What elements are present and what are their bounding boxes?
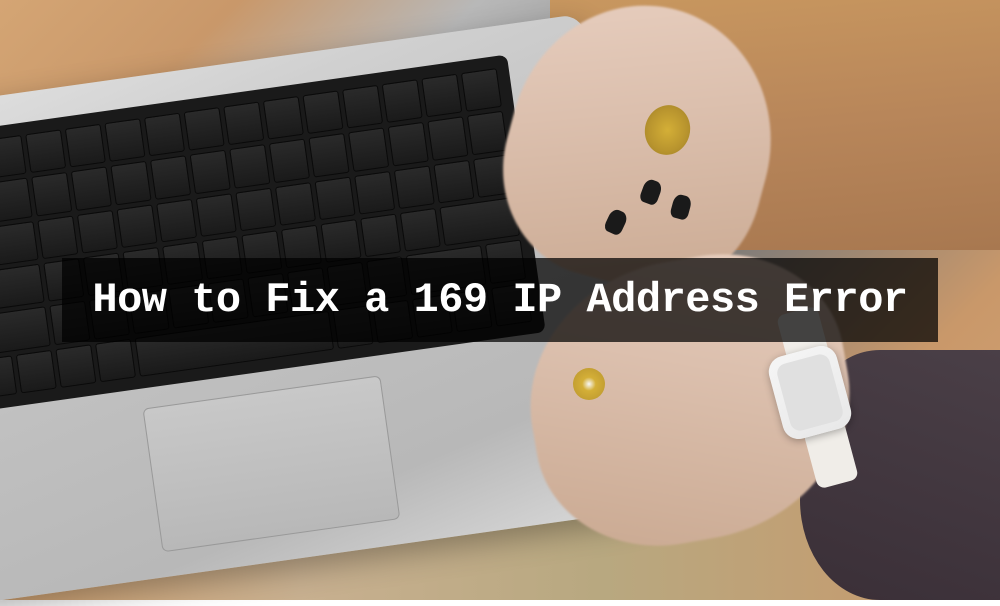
article-title: How to Fix a 169 IP Address Error <box>62 258 937 342</box>
text-overlay-container: How to Fix a 169 IP Address Error <box>0 0 1000 600</box>
